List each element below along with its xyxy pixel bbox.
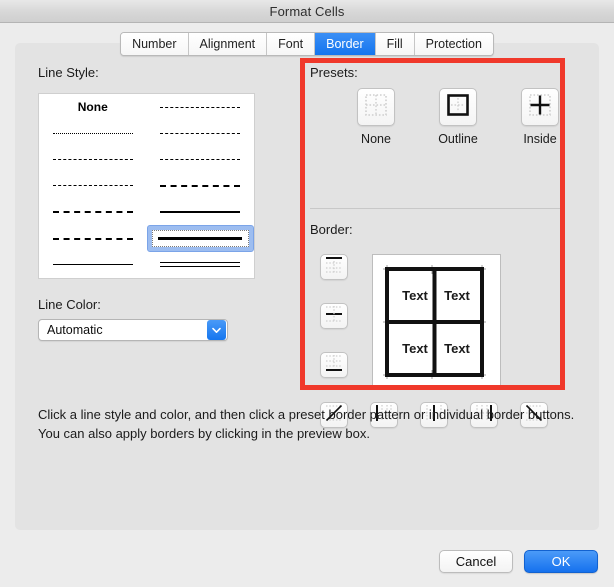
tab-alignment[interactable]: Alignment — [188, 33, 268, 55]
tab-protection[interactable]: Protection — [414, 33, 493, 55]
tab-fill[interactable]: Fill — [375, 33, 415, 55]
line-style-option-solid-medium[interactable] — [147, 199, 255, 225]
cancel-button[interactable]: Cancel — [439, 550, 513, 573]
section-divider — [310, 208, 560, 209]
tabs[interactable]: Number Alignment Font Border Fill Protection — [120, 32, 494, 56]
line-style-option-dashed-fine[interactable] — [39, 147, 147, 173]
tab-number[interactable]: Number — [121, 33, 189, 55]
border-horizontal-inner-button[interactable] — [320, 303, 348, 329]
window-titlebar: Format Cells — [0, 0, 614, 23]
tab-border[interactable]: Border — [315, 33, 376, 55]
line-style-selected-focus-ring — [151, 230, 249, 247]
line-style-option-dashed-tight[interactable] — [39, 225, 147, 251]
line-style-option-none[interactable]: None — [39, 94, 147, 120]
line-color-select[interactable]: Automatic — [38, 319, 228, 341]
line-style-option-solid-thin[interactable] — [39, 252, 147, 278]
preset-none-label: None — [361, 132, 391, 146]
preset-outline-label: Outline — [438, 132, 478, 146]
line-style-option-dash-dot-long[interactable] — [39, 199, 147, 225]
line-style-option-solid-thick[interactable] — [146, 225, 254, 252]
line-style-preview — [160, 262, 241, 268]
preset-none-icon — [364, 93, 388, 122]
line-style-none-label: None — [77, 100, 108, 115]
preset-inside[interactable]: Inside — [509, 88, 571, 146]
preset-none[interactable]: None — [345, 88, 407, 146]
border-bottom-icon — [325, 354, 343, 377]
line-style-option-dash-dot-dot-medium[interactable] — [147, 120, 255, 146]
border-top-icon — [325, 256, 343, 279]
line-style-preview — [52, 132, 133, 134]
border-horizontal-inner-icon — [325, 305, 343, 328]
preset-inside-icon — [528, 93, 552, 122]
preset-outline[interactable]: Outline — [427, 88, 489, 146]
tab-font[interactable]: Font — [267, 33, 316, 55]
line-color-label: Line Color: — [38, 297, 101, 312]
line-style-option-dashed-medium[interactable] — [147, 173, 255, 199]
line-style-preview — [160, 211, 241, 214]
help-description: Click a line style and color, and then c… — [38, 407, 575, 441]
line-style-preview — [52, 237, 133, 240]
line-style-preview — [52, 264, 133, 266]
window-title: Format Cells — [269, 3, 345, 19]
line-style-preview — [52, 159, 133, 161]
line-style-option-dash-dot-thin[interactable] — [39, 173, 147, 199]
presets-label: Presets: — [310, 65, 358, 80]
border-bottom-button[interactable] — [320, 352, 348, 378]
line-style-option-dash-dot-dot-thin[interactable] — [147, 94, 255, 120]
line-style-preview — [52, 185, 133, 187]
preset-inside-button[interactable] — [521, 88, 559, 126]
border-preview-box[interactable]: Text Text Text Text — [372, 254, 501, 390]
preset-inside-label: Inside — [523, 132, 557, 146]
line-style-option-dash-dot-medium[interactable] — [147, 147, 255, 173]
presets-row: None Outline Inside — [345, 88, 571, 146]
tab-bar: Number Alignment Font Border Fill Protection — [0, 32, 614, 56]
dialog-panel: Line Style: None Line Color: Automatic P… — [15, 43, 599, 530]
line-style-option-double[interactable] — [147, 252, 255, 278]
border-top-button[interactable] — [320, 254, 348, 280]
preset-outline-icon — [446, 93, 470, 122]
line-style-preview — [160, 132, 241, 134]
ok-button[interactable]: OK — [524, 550, 598, 573]
line-style-preview — [158, 237, 243, 241]
line-style-picker[interactable]: None — [38, 93, 255, 279]
line-style-preview — [160, 106, 241, 108]
chevron-down-icon[interactable] — [207, 320, 226, 340]
dialog-footer: Cancel OK — [439, 550, 598, 573]
line-style-preview — [52, 211, 133, 214]
preset-none-button[interactable] — [357, 88, 395, 126]
line-style-option-dotted[interactable] — [39, 120, 147, 146]
line-style-preview — [160, 159, 241, 161]
line-style-preview — [160, 184, 241, 187]
line-style-grid[interactable]: None — [39, 94, 254, 278]
line-style-label: Line Style: — [38, 65, 99, 80]
border-side-buttons — [320, 254, 348, 378]
preset-outline-button[interactable] — [439, 88, 477, 126]
line-color-value: Automatic — [47, 323, 103, 337]
border-label: Border: — [310, 222, 353, 237]
